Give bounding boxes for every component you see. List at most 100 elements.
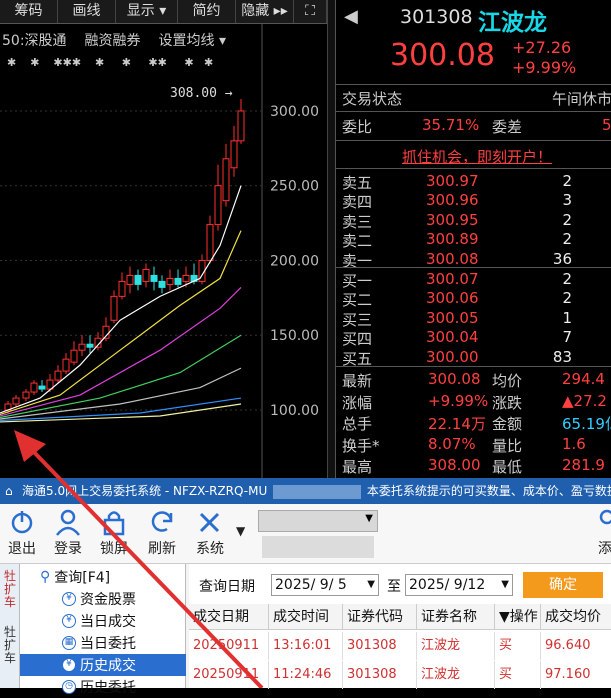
bid-price: 300.05	[426, 308, 479, 327]
chart-toolbar: 筹码 画线 显示 ▾ 简约 隐藏 ▸▸ ⛶	[0, 0, 327, 24]
date-from-select[interactable]: 2025/ 9/ 5 ▼	[271, 574, 379, 596]
confirm-button[interactable]: 确定	[523, 572, 603, 598]
search-icon: ⚲	[40, 569, 51, 585]
table-cell[interactable]: 96.640	[541, 632, 611, 660]
blurred-account-info	[262, 536, 374, 558]
max-price-label: 308.00 →	[170, 86, 233, 101]
draw-line-button[interactable]: 画线	[58, 0, 116, 23]
prev-stock-arrow[interactable]: ◀	[344, 6, 358, 27]
trading-client: ⌂ 海通5.0网上交易委托系统 - NFZX-RZRQ-MU 本委托系统提示的可…	[0, 478, 611, 696]
bid-label: 买三	[342, 310, 373, 329]
table-header[interactable]: 成交日期	[189, 604, 269, 630]
client-title: 海通5.0网上交易委托系统 - NFZX-RZRQ-MU	[22, 484, 268, 498]
ma-settings-menu[interactable]: 设置均线 ▾	[159, 30, 226, 50]
event-markers: ✱ ✱ ✱✱✱ ✱ ✱ ✱✱ ✱ ✱	[0, 56, 214, 69]
tree-today-deals[interactable]: ¥ 当日成交	[20, 610, 186, 632]
open-account-link[interactable]: 抓住机会，即刻开户！	[402, 146, 552, 167]
candle-body	[30, 382, 38, 393]
tree-funds-stocks[interactable]: ¥ 资金股票	[20, 588, 186, 610]
bid-volume: 83	[552, 347, 572, 366]
client-toolbar: 退出 登录 锁屏 刷新 系统 ▼ ▼ 添	[0, 504, 611, 564]
date-to-select[interactable]: 2025/ 9/12 ▼	[405, 574, 513, 596]
table-cell[interactable]: 11:24:46	[269, 661, 343, 689]
candle-body	[62, 358, 70, 372]
table-cell[interactable]: 20250911	[189, 661, 269, 689]
bid-price: 300.07	[426, 270, 479, 288]
table-cell[interactable]: 20250911	[189, 632, 269, 660]
table-cell[interactable]: 江波龙	[417, 632, 495, 660]
tree-today-orders[interactable]: ▦ 当日委托	[20, 632, 186, 654]
exit-button[interactable]: 退出	[0, 508, 44, 560]
table-cell[interactable]: 301308	[343, 632, 417, 660]
weicha-label: 委差	[492, 118, 523, 136]
trade-status-label: 交易状态	[342, 90, 403, 108]
client-titlebar: ⌂ 海通5.0网上交易委托系统 - NFZX-RZRQ-MU 本委托系统提示的可…	[0, 478, 611, 504]
ask-price: 300.08	[426, 249, 479, 268]
display-menu[interactable]: 显示 ▾	[116, 0, 178, 23]
vtab-1[interactable]: 牡扩车	[0, 564, 20, 620]
trade-status-value: 午间休市	[552, 90, 611, 108]
vtab-2[interactable]: 牡扩车	[0, 620, 20, 676]
simple-button[interactable]: 简约	[178, 0, 236, 23]
bid-volume: 2	[562, 270, 572, 288]
user-icon	[56, 509, 80, 536]
table-cell[interactable]: 买	[495, 632, 541, 660]
table-header[interactable]: 成交时间	[269, 604, 343, 630]
add-button[interactable]: 添	[590, 508, 611, 560]
last-price: 300.08	[390, 38, 495, 73]
fullscreen-icon[interactable]: ⛶	[294, 0, 327, 23]
ask-label: 卖二	[342, 232, 373, 251]
tree-history-deals[interactable]: ¥ 历史成交	[20, 654, 186, 676]
bid-price: 300.04	[426, 328, 479, 347]
margin-trading-tag[interactable]: 融资融券	[85, 30, 141, 50]
y-tick-label: 300.00	[270, 104, 319, 120]
chips-button[interactable]: 筹码	[0, 0, 58, 23]
blurred-account	[273, 484, 362, 499]
y-tick-label: 150.00	[270, 328, 319, 344]
table-header[interactable]: 证券名称	[417, 604, 495, 630]
candle-body	[230, 140, 238, 169]
table-header[interactable]: ▼操作	[495, 604, 541, 630]
panel-divider[interactable]	[327, 0, 335, 478]
sh-sz-connect-tag[interactable]: 50:深股通	[2, 30, 67, 50]
table-cell[interactable]: 买	[495, 661, 541, 689]
stat-value: 8.07%	[428, 434, 476, 453]
table-cell[interactable]: 301308	[343, 661, 417, 689]
yen-icon: ¥	[62, 614, 76, 628]
tree-query[interactable]: ⚲ 查询[F4]	[20, 566, 186, 588]
hide-button[interactable]: 隐藏 ▸▸	[236, 0, 294, 23]
candle-body	[126, 274, 134, 285]
stat-label: 最新	[342, 372, 373, 390]
y-tick-label: 100.00	[270, 403, 319, 419]
stat-label: 最高	[342, 458, 373, 477]
table-cell[interactable]: 13:16:01	[269, 632, 343, 660]
refresh-button[interactable]: 刷新	[140, 508, 184, 560]
stat-value-2: 65.19亿	[562, 415, 611, 434]
candle-body	[12, 397, 20, 405]
lock-screen-button[interactable]: 锁屏	[92, 508, 136, 560]
stat-label-2: 最低	[492, 458, 523, 477]
table-header[interactable]: 成交均价	[541, 604, 611, 630]
tools-icon	[199, 512, 220, 533]
bid-volume: 7	[562, 328, 572, 347]
candle-body	[38, 385, 46, 390]
candle-body	[142, 268, 150, 282]
more-tools-arrow[interactable]: ▼	[236, 524, 245, 538]
system-button[interactable]: 系统	[188, 508, 232, 560]
account-select[interactable]: ▼	[258, 510, 378, 532]
bid-volume: 1	[562, 308, 572, 327]
stat-value: 308.00	[428, 456, 481, 475]
ask-price: 300.89	[426, 230, 479, 249]
login-button[interactable]: 登录	[46, 508, 90, 560]
candle-body	[206, 224, 214, 261]
kline-panel[interactable]: 300.00 250.00 200.00 150.00 100.00 308.00 → 筹…	[0, 0, 327, 478]
table-header[interactable]: 证券代码	[343, 604, 417, 630]
kline-chart[interactable]: 300.00 250.00 200.00 150.00 100.00 308.00 →	[0, 0, 327, 478]
candle-body	[222, 158, 230, 202]
bid-label: 买一	[342, 272, 373, 290]
bid-label: 买四	[342, 330, 373, 349]
tree-history-orders[interactable]: ◷ 历史委托	[20, 676, 186, 698]
table-cell[interactable]: 江波龙	[417, 661, 495, 689]
table-cell[interactable]: 97.160	[541, 661, 611, 689]
ask-volume: 2	[562, 172, 572, 190]
